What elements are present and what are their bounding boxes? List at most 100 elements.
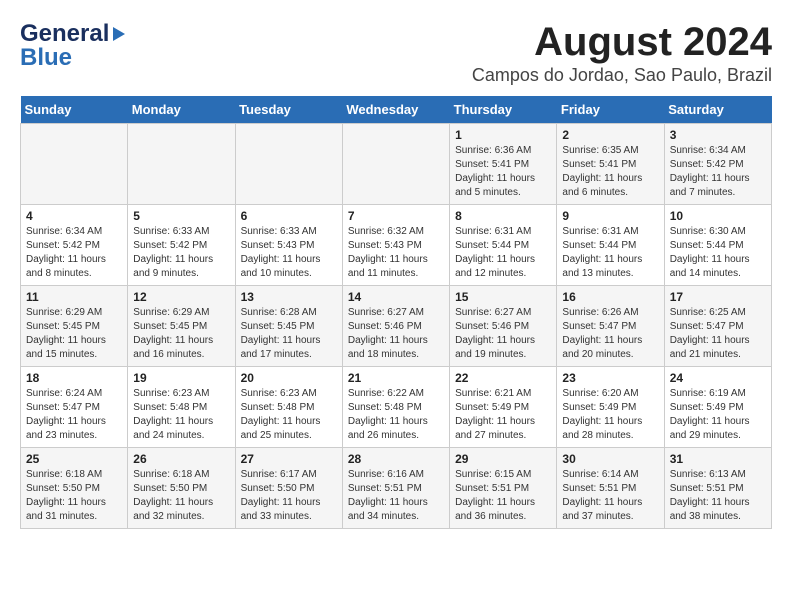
week-row-4: 18 Sunrise: 6:24 AMSunset: 5:47 PMDayligh… [21, 367, 772, 448]
day-header-tuesday: Tuesday [235, 96, 342, 124]
calendar-body: 1 Sunrise: 6:36 AMSunset: 5:41 PMDaylight… [21, 124, 772, 529]
calendar-cell: 10Sunrise: 6:30 AMSunset: 5:44 PMDayligh… [664, 205, 771, 286]
day-info: Sunrise: 6:23 AMSunset: 5:48 PMDaylight:… [241, 387, 337, 443]
day-number: 23 [562, 371, 658, 385]
day-number: 2 [562, 128, 658, 142]
day-header-sunday: Sunday [21, 96, 128, 124]
calendar-cell: 23Sunrise: 6:20 AMSunset: 5:49 PMDayligh… [557, 367, 664, 448]
day-info: Sunrise: 6:27 AMSunset: 5:46 PMDaylight:… [348, 306, 444, 362]
week-row-3: 11 Sunrise: 6:29 AMSunset: 5:45 PMDayligh… [21, 286, 772, 367]
day-info: Sunrise: 6:25 AMSunset: 5:47 PMDaylight:… [670, 306, 766, 362]
calendar-cell: 15Sunrise: 6:27 AMSunset: 5:46 PMDayligh… [450, 286, 557, 367]
day-number: 11 [26, 290, 122, 304]
calendar-cell: 5 Sunrise: 6:33 AMSunset: 5:42 PMDaylight… [128, 205, 235, 286]
calendar-cell: 8Sunrise: 6:31 AMSunset: 5:44 PMDaylight… [450, 205, 557, 286]
day-number: 31 [670, 452, 766, 466]
day-info: Sunrise: 6:14 AMSunset: 5:51 PMDaylight:… [562, 468, 658, 524]
day-info: Sunrise: 6:18 AMSunset: 5:50 PMDaylight:… [26, 468, 122, 524]
day-number: 20 [241, 371, 337, 385]
day-header-saturday: Saturday [664, 96, 771, 124]
calendar-cell: 7 Sunrise: 6:32 AMSunset: 5:43 PMDaylight… [342, 205, 449, 286]
calendar-cell [128, 124, 235, 205]
day-info: Sunrise: 6:21 AMSunset: 5:49 PMDaylight:… [455, 387, 551, 443]
day-number: 6 [241, 209, 337, 223]
calendar-cell: 12Sunrise: 6:29 AMSunset: 5:45 PMDayligh… [128, 286, 235, 367]
calendar-cell [21, 124, 128, 205]
calendar-cell: 20 Sunrise: 6:23 AMSunset: 5:48 PMDayligh… [235, 367, 342, 448]
day-info: Sunrise: 6:17 AMSunset: 5:50 PMDaylight:… [241, 468, 337, 524]
calendar-cell: 19 Sunrise: 6:23 AMSunset: 5:48 PMDayligh… [128, 367, 235, 448]
day-number: 1 [455, 128, 551, 142]
calendar-cell [342, 124, 449, 205]
day-header-thursday: Thursday [450, 96, 557, 124]
day-number: 4 [26, 209, 122, 223]
day-info: Sunrise: 6:34 AMSunset: 5:42 PMDaylight:… [670, 144, 766, 200]
day-info: Sunrise: 6:22 AMSunset: 5:48 PMDaylight:… [348, 387, 444, 443]
location: Campos do Jordao, Sao Paulo, Brazil [472, 65, 772, 86]
day-info: Sunrise: 6:31 AMSunset: 5:44 PMDaylight:… [562, 225, 658, 281]
day-number: 14 [348, 290, 444, 304]
day-info: Sunrise: 6:33 AMSunset: 5:43 PMDaylight:… [241, 225, 337, 281]
day-info: Sunrise: 6:33 AMSunset: 5:42 PMDaylight:… [133, 225, 229, 281]
day-number: 25 [26, 452, 122, 466]
day-number: 29 [455, 452, 551, 466]
day-info: Sunrise: 6:32 AMSunset: 5:43 PMDaylight:… [348, 225, 444, 281]
day-header-friday: Friday [557, 96, 664, 124]
day-number: 9 [562, 209, 658, 223]
day-number: 17 [670, 290, 766, 304]
day-info: Sunrise: 6:13 AMSunset: 5:51 PMDaylight:… [670, 468, 766, 524]
day-info: Sunrise: 6:36 AMSunset: 5:41 PMDaylight:… [455, 144, 551, 200]
day-info: Sunrise: 6:23 AMSunset: 5:48 PMDaylight:… [133, 387, 229, 443]
week-row-5: 25 Sunrise: 6:18 AMSunset: 5:50 PMDayligh… [21, 448, 772, 529]
day-number: 10 [670, 209, 766, 223]
day-info: Sunrise: 6:28 AMSunset: 5:45 PMDaylight:… [241, 306, 337, 362]
day-number: 15 [455, 290, 551, 304]
logo: General Blue [20, 20, 125, 72]
calendar-cell: 2 Sunrise: 6:35 AMSunset: 5:41 PMDaylight… [557, 124, 664, 205]
day-number: 28 [348, 452, 444, 466]
day-header-wednesday: Wednesday [342, 96, 449, 124]
day-number: 19 [133, 371, 229, 385]
day-number: 7 [348, 209, 444, 223]
calendar-cell: 26 Sunrise: 6:18 AMSunset: 5:50 PMDayligh… [128, 448, 235, 529]
day-number: 27 [241, 452, 337, 466]
day-number: 16 [562, 290, 658, 304]
logo-blue: Blue [20, 44, 72, 72]
calendar-cell: 11 Sunrise: 6:29 AMSunset: 5:45 PMDayligh… [21, 286, 128, 367]
month-year: August 2024 [472, 20, 772, 65]
calendar-cell: 3Sunrise: 6:34 AMSunset: 5:42 PMDaylight… [664, 124, 771, 205]
week-row-1: 1 Sunrise: 6:36 AMSunset: 5:41 PMDaylight… [21, 124, 772, 205]
day-number: 30 [562, 452, 658, 466]
calendar-cell: 24Sunrise: 6:19 AMSunset: 5:49 PMDayligh… [664, 367, 771, 448]
title-area: August 2024 Campos do Jordao, Sao Paulo,… [472, 20, 772, 86]
day-info: Sunrise: 6:26 AMSunset: 5:47 PMDaylight:… [562, 306, 658, 362]
day-number: 22 [455, 371, 551, 385]
day-info: Sunrise: 6:16 AMSunset: 5:51 PMDaylight:… [348, 468, 444, 524]
day-number: 18 [26, 371, 122, 385]
day-number: 5 [133, 209, 229, 223]
calendar-cell: 1 Sunrise: 6:36 AMSunset: 5:41 PMDaylight… [450, 124, 557, 205]
calendar-cell [235, 124, 342, 205]
day-info: Sunrise: 6:34 AMSunset: 5:42 PMDaylight:… [26, 225, 122, 281]
day-info: Sunrise: 6:29 AMSunset: 5:45 PMDaylight:… [26, 306, 122, 362]
calendar-cell: 21 Sunrise: 6:22 AMSunset: 5:48 PMDayligh… [342, 367, 449, 448]
week-row-2: 4 Sunrise: 6:34 AMSunset: 5:42 PMDaylight… [21, 205, 772, 286]
day-info: Sunrise: 6:35 AMSunset: 5:41 PMDaylight:… [562, 144, 658, 200]
calendar-cell: 13Sunrise: 6:28 AMSunset: 5:45 PMDayligh… [235, 286, 342, 367]
logo-arrow-icon [113, 27, 125, 41]
calendar-cell: 14 Sunrise: 6:27 AMSunset: 5:46 PMDayligh… [342, 286, 449, 367]
calendar-cell: 22 Sunrise: 6:21 AMSunset: 5:49 PMDayligh… [450, 367, 557, 448]
day-info: Sunrise: 6:24 AMSunset: 5:47 PMDaylight:… [26, 387, 122, 443]
day-info: Sunrise: 6:31 AMSunset: 5:44 PMDaylight:… [455, 225, 551, 281]
day-info: Sunrise: 6:18 AMSunset: 5:50 PMDaylight:… [133, 468, 229, 524]
day-number: 21 [348, 371, 444, 385]
day-number: 26 [133, 452, 229, 466]
calendar-cell: 27 Sunrise: 6:17 AMSunset: 5:50 PMDayligh… [235, 448, 342, 529]
calendar-cell: 6 Sunrise: 6:33 AMSunset: 5:43 PMDaylight… [235, 205, 342, 286]
header: General Blue August 2024 Campos do Jorda… [20, 20, 772, 86]
calendar-table: SundayMondayTuesdayWednesdayThursdayFrid… [20, 96, 772, 529]
days-header-row: SundayMondayTuesdayWednesdayThursdayFrid… [21, 96, 772, 124]
calendar-cell: 31 Sunrise: 6:13 AMSunset: 5:51 PMDayligh… [664, 448, 771, 529]
calendar-cell: 9 Sunrise: 6:31 AMSunset: 5:44 PMDaylight… [557, 205, 664, 286]
calendar-cell: 30 Sunrise: 6:14 AMSunset: 5:51 PMDayligh… [557, 448, 664, 529]
